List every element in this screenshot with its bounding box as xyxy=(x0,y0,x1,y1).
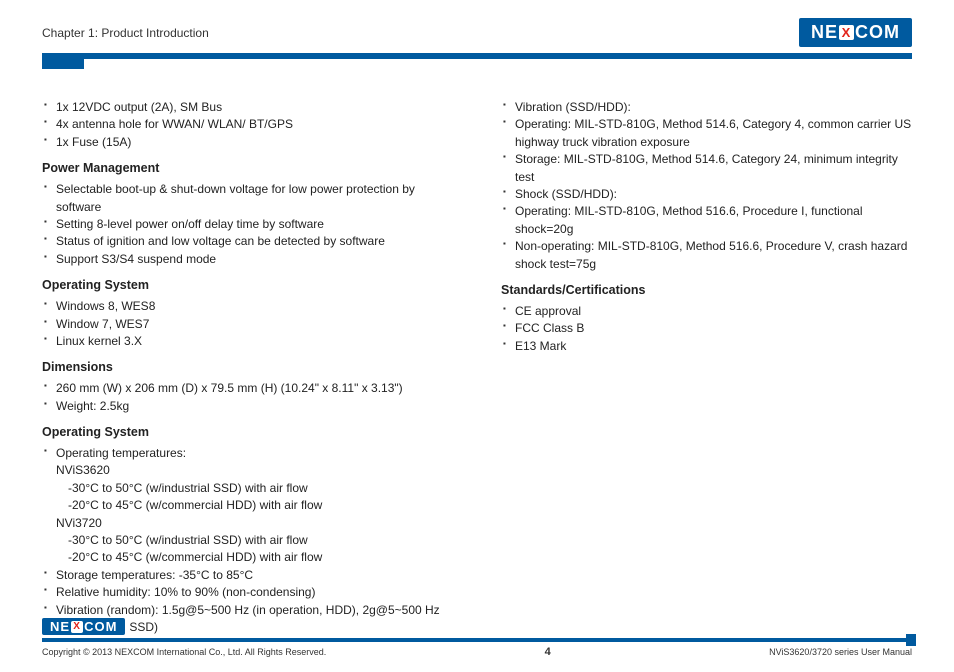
footer-brand-logo: NE X COM xyxy=(42,618,125,635)
list-item: Vibration (SSD/HDD): xyxy=(501,99,912,116)
list-item: Relative humidity: 10% to 90% (non-conde… xyxy=(42,584,453,601)
page-footer: NE X COM Copyright © 2013 NEXCOM Interna… xyxy=(42,638,912,658)
list-item: FCC Class B xyxy=(501,320,912,337)
list-item: 1x Fuse (15A) xyxy=(42,134,453,151)
list-item: Setting 8-level power on/off delay time … xyxy=(42,216,453,233)
list-item: CE approval xyxy=(501,303,912,320)
temp-range: -20°C to 45°C (w/commercial HDD) with ai… xyxy=(56,497,453,514)
list-item: Linux kernel 3.X xyxy=(42,333,453,350)
list-item: Operating temperatures: NViS3620 -30°C t… xyxy=(42,445,453,567)
left-column: 1x 12VDC output (2A), SM Bus 4x antenna … xyxy=(42,99,453,642)
list-item: 1x 12VDC output (2A), SM Bus xyxy=(42,99,453,116)
model-name: NVi3720 xyxy=(56,515,453,532)
environment-heading: Operating System xyxy=(42,425,453,439)
right-column: Vibration (SSD/HDD): Operating: MIL-STD-… xyxy=(501,99,912,642)
operating-system-list: Windows 8, WES8 Window 7, WES7 Linux ker… xyxy=(42,298,453,350)
header-accent-block xyxy=(42,59,84,69)
logo-text-right: COM xyxy=(84,619,117,634)
chapter-title: Chapter 1: Product Introduction xyxy=(42,26,209,40)
header-divider xyxy=(42,53,912,59)
document-title: NViS3620/3720 series User Manual xyxy=(769,647,912,657)
list-item: Support S3/S4 suspend mode xyxy=(42,251,453,268)
dimensions-list: 260 mm (W) x 206 mm (D) x 79.5 mm (H) (1… xyxy=(42,380,453,415)
list-item: Selectable boot-up & shut-down voltage f… xyxy=(42,181,453,216)
list-item: Non-operating: MIL-STD-810G, Method 516.… xyxy=(501,238,912,273)
list-item: Shock (SSD/HDD): xyxy=(501,186,912,203)
list-item: Window 7, WES7 xyxy=(42,316,453,333)
list-item: E13 Mark xyxy=(501,338,912,355)
logo-x-icon: X xyxy=(71,621,83,633)
list-item: Operating: MIL-STD-810G, Method 514.6, C… xyxy=(501,116,912,151)
dimensions-heading: Dimensions xyxy=(42,360,453,374)
environment-list: Operating temperatures: NViS3620 -30°C t… xyxy=(42,445,453,636)
list-item: Status of ignition and low voltage can b… xyxy=(42,233,453,250)
logo-x-icon: X xyxy=(839,25,854,40)
power-management-list: Selectable boot-up & shut-down voltage f… xyxy=(42,181,453,268)
logo-text-left: NE xyxy=(811,22,838,43)
io-list: 1x 12VDC output (2A), SM Bus 4x antenna … xyxy=(42,99,453,151)
list-item: Operating: MIL-STD-810G, Method 516.6, P… xyxy=(501,203,912,238)
operating-system-heading: Operating System xyxy=(42,278,453,292)
copyright-text: Copyright © 2013 NEXCOM International Co… xyxy=(42,647,326,657)
power-management-heading: Power Management xyxy=(42,161,453,175)
standards-list: CE approval FCC Class B E13 Mark xyxy=(501,303,912,355)
footer-divider xyxy=(42,638,912,642)
temp-range: -30°C to 50°C (w/industrial SSD) with ai… xyxy=(56,532,453,549)
list-item: 4x antenna hole for WWAN/ WLAN/ BT/GPS xyxy=(42,116,453,133)
temp-range: -20°C to 45°C (w/commercial HDD) with ai… xyxy=(56,549,453,566)
list-item: Storage: MIL-STD-810G, Method 514.6, Cat… xyxy=(501,151,912,186)
footer-cap-icon xyxy=(906,634,916,646)
temp-range: -30°C to 50°C (w/industrial SSD) with ai… xyxy=(56,480,453,497)
model-name: NViS3620 xyxy=(56,462,453,479)
standards-heading: Standards/Certifications xyxy=(501,283,912,297)
logo-text-left: NE xyxy=(50,619,70,634)
list-item: 260 mm (W) x 206 mm (D) x 79.5 mm (H) (1… xyxy=(42,380,453,397)
list-item: Weight: 2.5kg xyxy=(42,398,453,415)
brand-logo: NE X COM xyxy=(799,18,912,47)
vibration-shock-list: Vibration (SSD/HDD): Operating: MIL-STD-… xyxy=(501,99,912,273)
page-number: 4 xyxy=(545,646,551,658)
logo-text-right: COM xyxy=(855,22,900,43)
list-item: Windows 8, WES8 xyxy=(42,298,453,315)
operating-temp-label: Operating temperatures: xyxy=(56,445,453,462)
list-item: Storage temperatures: -35°C to 85°C xyxy=(42,567,453,584)
